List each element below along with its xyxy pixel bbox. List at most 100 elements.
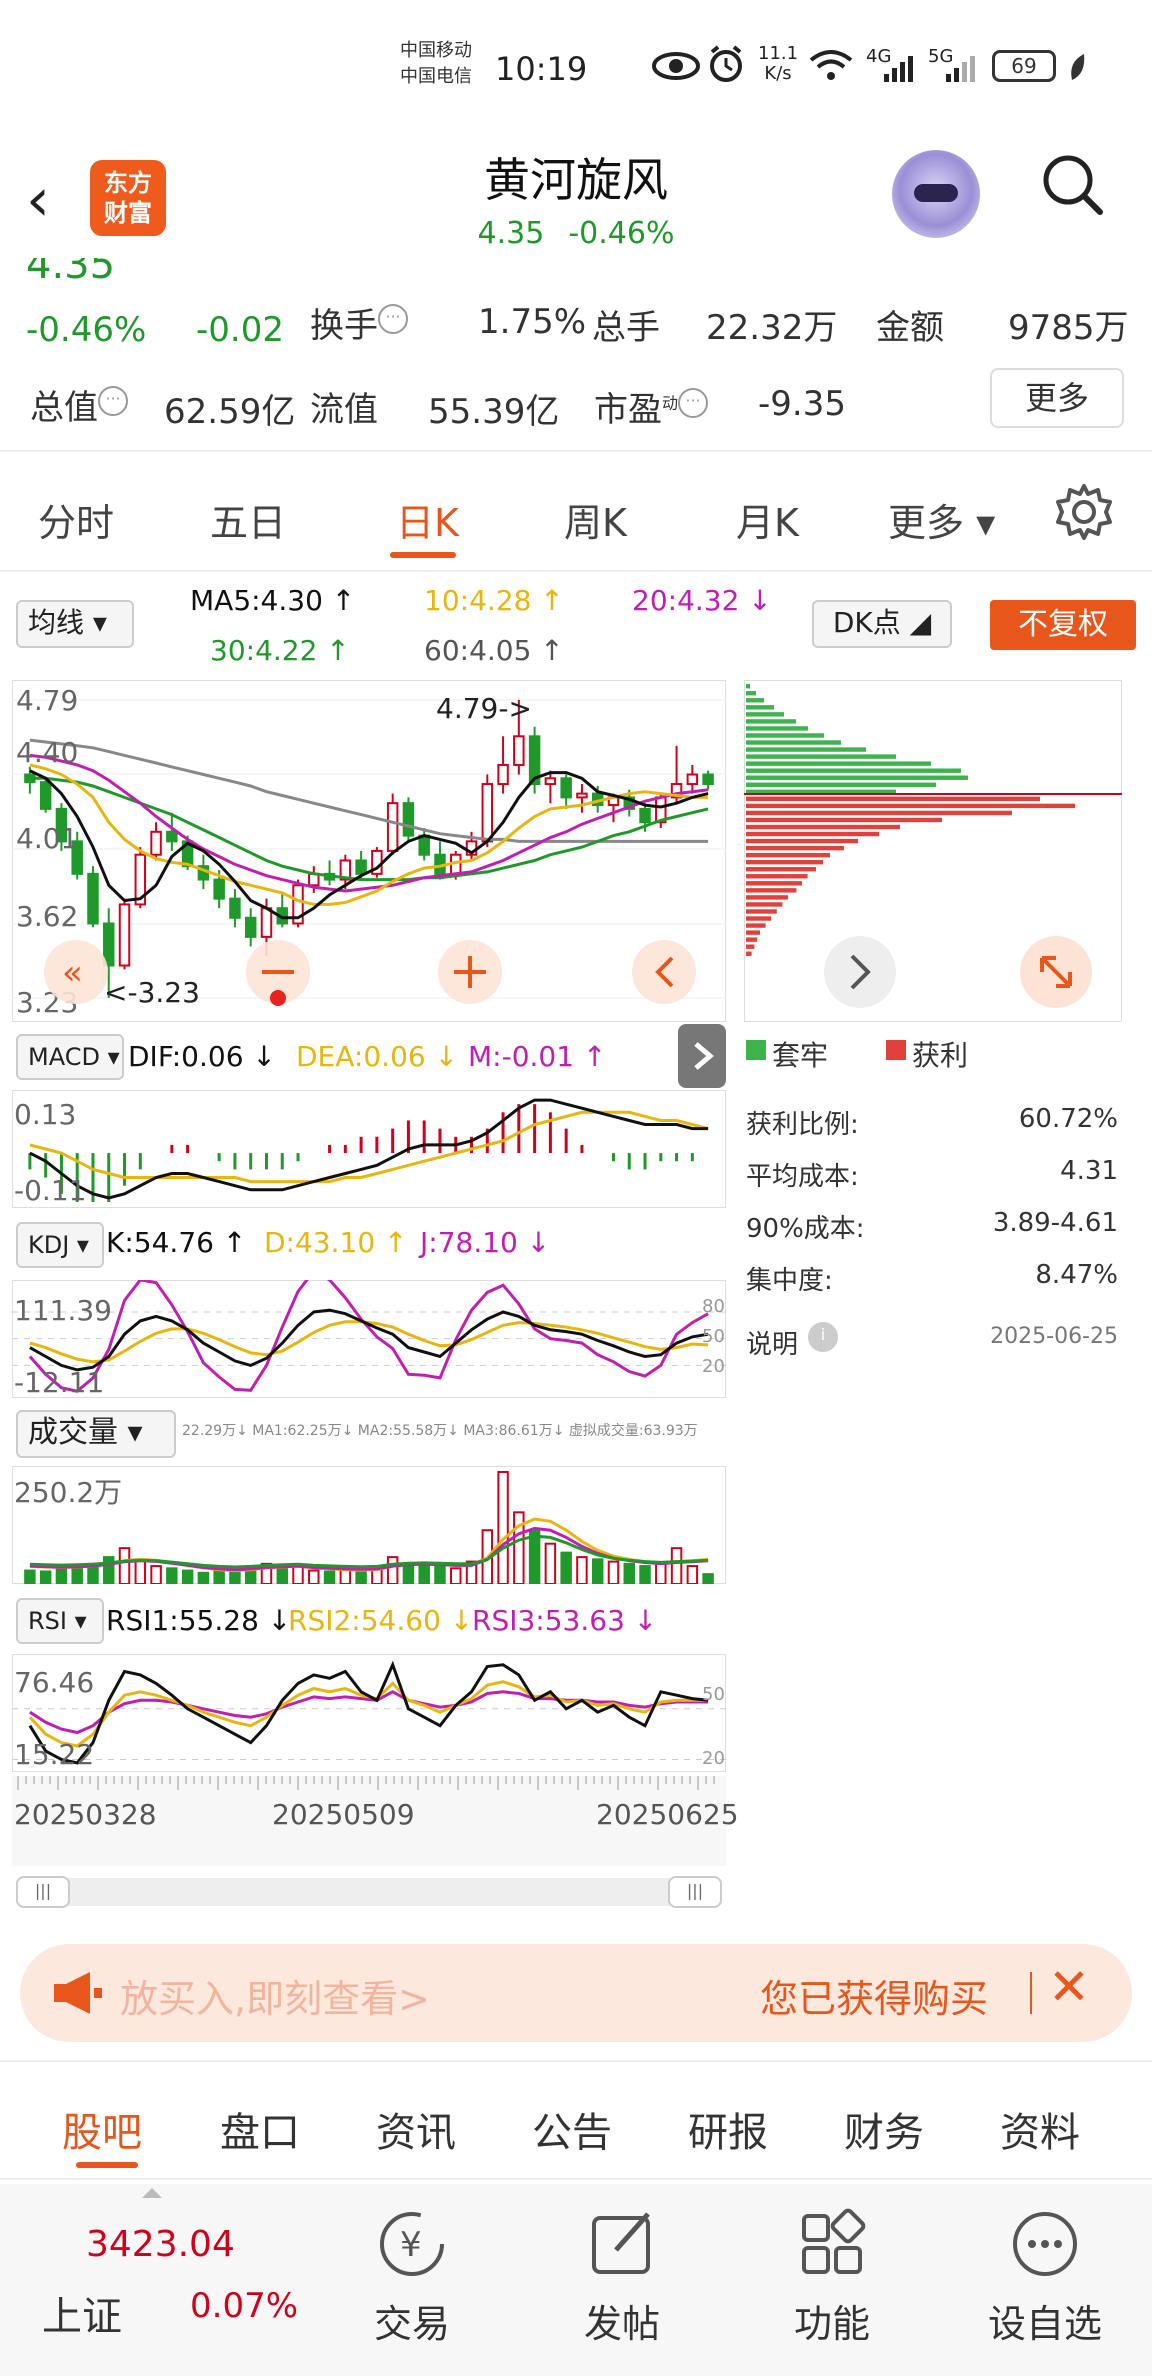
macd-chart[interactable]: 0.13 -0.11 (12, 1090, 726, 1208)
volume-bar (118, 1547, 131, 1584)
search-icon[interactable] (1040, 152, 1104, 216)
y-tick-label: 4.40 (16, 736, 78, 769)
range-scrollbar[interactable]: ||| ||| (16, 1876, 722, 1908)
chip-bar-trapped (746, 684, 750, 689)
chip-bar-trapped (746, 726, 808, 731)
fq-button[interactable]: 不复权 (990, 600, 1136, 650)
more-button[interactable]: 更多 (990, 368, 1124, 428)
promo-divider (1030, 1972, 1032, 2014)
chip-note[interactable]: 说明 i 2025-06-25 (746, 1322, 1118, 1361)
dock-post[interactable]: 发帖 (572, 2184, 672, 2348)
chip-bar-profit (746, 937, 758, 942)
volume-bar (655, 1562, 667, 1584)
float-value: 55.39亿 (428, 392, 560, 432)
tab-intraday[interactable]: 分时 (38, 492, 114, 547)
turnover-label[interactable]: 换手 ··· (310, 298, 408, 347)
tab-daily-k[interactable]: 日K (396, 492, 459, 547)
chip-bar-profit (746, 916, 772, 921)
candle-body (244, 916, 257, 938)
range-handle-right[interactable]: ||| (668, 1876, 722, 1908)
candle-body (355, 859, 367, 875)
chip-bar-profit (746, 923, 766, 928)
volume-bar (197, 1571, 210, 1584)
tab-announcement[interactable]: 公告 (532, 2100, 612, 2158)
assistant-robot-icon[interactable] (892, 150, 980, 238)
index-value: 3423.04 (86, 2224, 235, 2265)
chip-row: 平均成本: 4.31 (746, 1156, 1118, 1193)
rsi-chart[interactable]: 76.46 15.22 50 20 (12, 1654, 726, 1772)
volume-chart[interactable]: 250.2万 (12, 1466, 726, 1584)
rsi-select[interactable]: RSI ▾ (16, 1598, 104, 1644)
scroll-left-button[interactable] (632, 940, 696, 1004)
chip-distribution-chart[interactable] (744, 680, 1122, 1022)
pe-superscript: 动 (662, 393, 679, 413)
tab-guba[interactable]: 股吧 (62, 2100, 142, 2158)
tab-profile[interactable]: 资料 (1000, 2100, 1080, 2158)
kdj-select[interactable]: KDJ ▾ (16, 1222, 104, 1268)
chip-bar-profit (746, 838, 858, 844)
chip-row: 90%成本: 3.89-4.61 (746, 1208, 1118, 1245)
mktcap-label-text: 总值 (30, 388, 98, 428)
y-tick-label: 15.22 (14, 1738, 94, 1771)
y-tick-label: 20 (702, 1748, 725, 1769)
pe-label[interactable]: 市盈动 ··· (594, 382, 709, 431)
ma-select[interactable]: 均线 ▾ (16, 600, 134, 648)
kline-chart[interactable]: 4.79 4.40 4.01 3.62 3.23 4.79-> <-3.23 « (12, 680, 726, 1022)
low-annotation: <-3.23 (104, 976, 200, 1009)
chip-bar-profit (746, 852, 830, 858)
chip-bar-profit (746, 803, 1075, 809)
more-dots-icon: ··· (98, 386, 128, 416)
tab-weekly-k[interactable]: 周K (564, 492, 627, 547)
chip-note-date: 2025-06-25 (990, 1324, 1118, 1349)
tab-research[interactable]: 研报 (688, 2100, 768, 2158)
y-tick-label: 20 (702, 1356, 725, 1377)
candle-body (150, 830, 162, 856)
dk-select[interactable]: DK点 ◢ (812, 600, 952, 648)
volume-bar (213, 1570, 225, 1584)
promo-banner[interactable]: 放买入,即刻查看> 您已获得购买 ✕ (20, 1944, 1132, 2042)
active-tab-indicator (76, 2162, 138, 2168)
dock-trade[interactable]: ¥ 交易 (362, 2184, 462, 2348)
tab-monthly-k[interactable]: 月K (736, 492, 799, 547)
dock-watchlist[interactable]: 设自选 (970, 2184, 1120, 2348)
tab-more[interactable]: 更多 ▾ (888, 492, 995, 547)
close-icon[interactable]: ✕ (1048, 1958, 1090, 2016)
macd-dea: DEA:0.06 ↓ (296, 1040, 459, 1073)
tab-pankou[interactable]: 盘口 (220, 2100, 300, 2158)
change-pct: -0.46% (26, 310, 147, 350)
dock-function[interactable]: 功能 (782, 2184, 882, 2348)
chip-row-value: 8.47% (1035, 1260, 1118, 1290)
y-tick-label: 76.46 (14, 1666, 94, 1699)
index-pct: 0.07% (190, 2286, 299, 2326)
tab-news[interactable]: 资讯 (376, 2100, 456, 2158)
amount-value: 9785万 (1008, 308, 1129, 348)
legend-profit-swatch (886, 1040, 906, 1060)
pe-label-text: 市盈 (594, 390, 662, 430)
y-tick-label: 4.79 (16, 684, 78, 717)
date-label: 20250625 (596, 1798, 739, 1831)
tab-five-day[interactable]: 五日 (210, 492, 286, 547)
chip-bar-trapped (746, 740, 841, 745)
gear-icon[interactable] (1054, 482, 1114, 542)
mktcap-label[interactable]: 总值 ··· (30, 380, 128, 429)
candle-body (418, 834, 430, 856)
kdj-chart[interactable]: 111.39 -12.11 80 50 20 (12, 1280, 726, 1398)
chip-bar-trapped (746, 705, 774, 710)
index-ticker[interactable]: 3423.04 上证 0.07% (0, 2184, 300, 2376)
chip-next-button[interactable] (824, 936, 896, 1008)
macd-select[interactable]: MACD ▾ (16, 1034, 124, 1080)
tab-finance[interactable]: 财务 (844, 2100, 924, 2158)
volume-select[interactable]: 成交量 ▾ (16, 1410, 176, 1458)
expand-indicator-button[interactable] (678, 1024, 726, 1088)
range-handle-left[interactable]: ||| (16, 1876, 70, 1908)
volume-label: 总手 (592, 308, 660, 348)
quote-panel: 4.35 -0.46% -0.02 换手··· 1.75% 总手 22.32万 … (0, 258, 1152, 452)
mktcap-value: 62.59亿 (164, 392, 296, 432)
chip-bar-profit (746, 817, 942, 823)
battery-icon: 69 (992, 50, 1056, 82)
volume-bar (276, 1567, 288, 1584)
index-name: 上证 (42, 2294, 122, 2340)
y-tick-label: -0.11 (14, 1174, 86, 1207)
chip-bar-trapped (746, 712, 784, 717)
volume-bar (292, 1565, 304, 1584)
